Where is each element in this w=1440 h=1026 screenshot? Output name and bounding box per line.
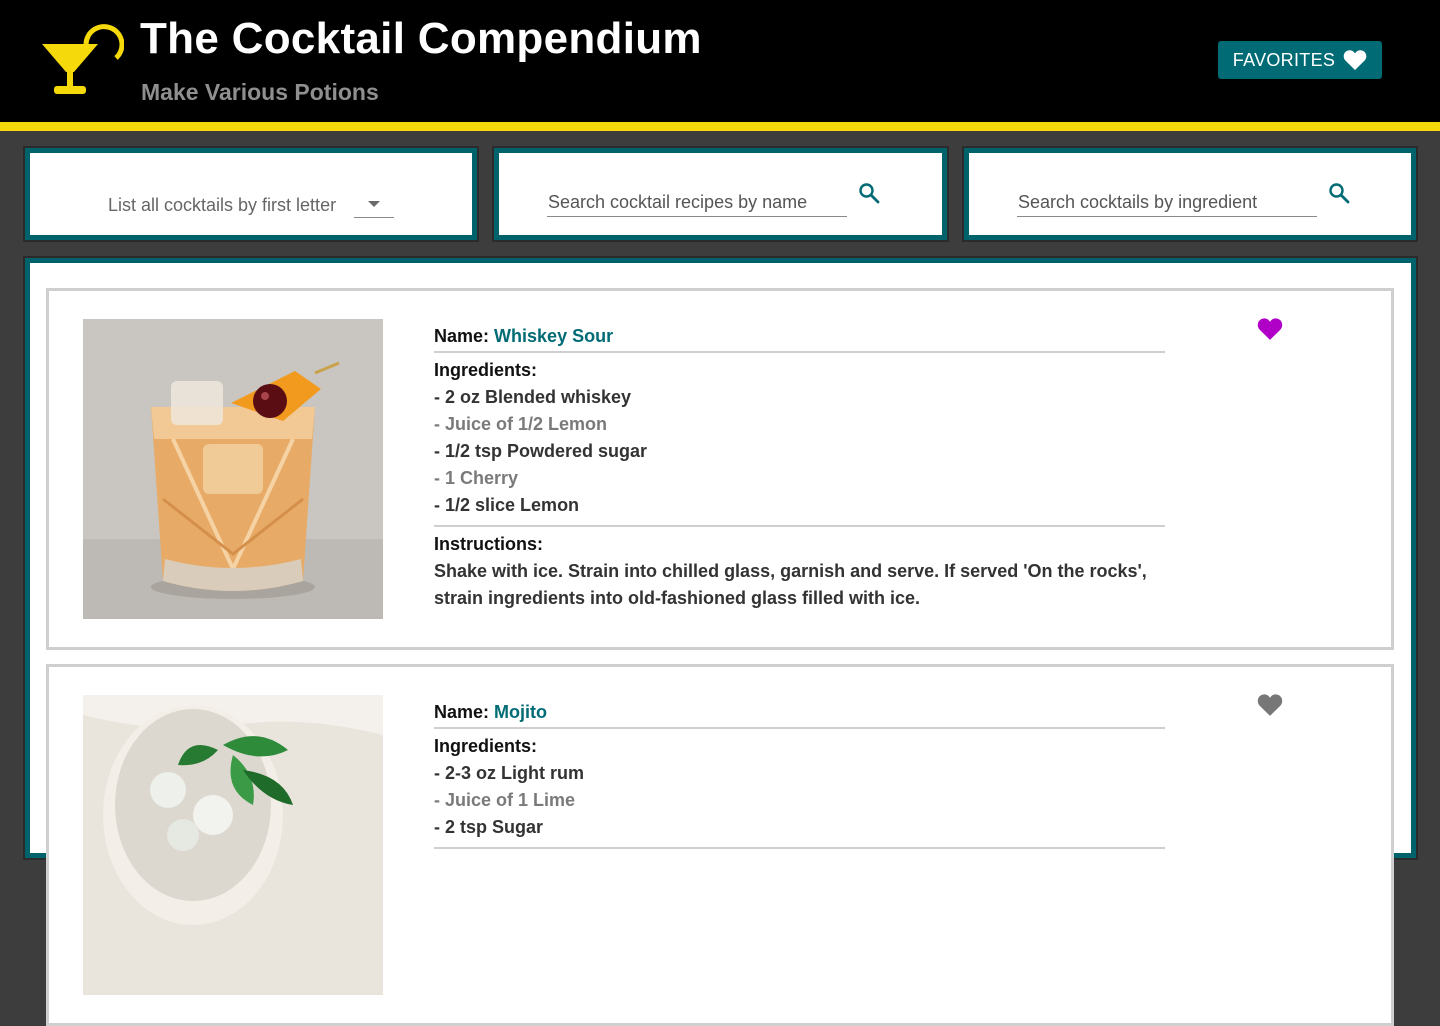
instructions-label: Instructions:: [434, 534, 544, 554]
site-header: The Cocktail Compendium Make Various Pot…: [0, 0, 1440, 122]
ingredients-list: - 2 oz Blended whiskey - Juice of 1/2 Le…: [434, 384, 1165, 527]
ingredient-item: - 2-3 oz Light rum: [434, 763, 584, 783]
ingredient-item: - Juice of 1/2 Lemon: [434, 414, 608, 434]
cocktail-name: Mojito: [494, 702, 548, 722]
cocktail-details: Name: Mojito Ingredients: - 2-3 oz Light…: [434, 701, 1165, 849]
cocktail-glass-icon: [42, 24, 124, 94]
favorites-button[interactable]: FAVORITES: [1218, 41, 1382, 79]
cocktail-image: [83, 319, 383, 619]
search-icon[interactable]: [1327, 181, 1351, 205]
name-search-panel: [494, 148, 947, 240]
chevron-down-icon: [368, 201, 380, 207]
cocktail-details: Name: Whiskey Sour Ingredients: - 2 oz B…: [434, 325, 1165, 612]
letter-filter-label: List all cocktails by first letter: [108, 195, 337, 215]
ingredient-item: - 1 Cherry: [434, 468, 519, 488]
results-panel: Name: Whiskey Sour Ingredients: - 2 oz B…: [25, 258, 1416, 1026]
ingredient-item: - Juice of 1 Lime: [434, 790, 576, 810]
cocktail-name: Whiskey Sour: [494, 326, 614, 346]
instructions-text: Shake with ice. Strain into chilled glas…: [434, 561, 1147, 608]
header-accent-stripe: [0, 122, 1440, 131]
heart-icon: [1343, 50, 1367, 70]
favorite-heart-icon[interactable]: [1257, 317, 1283, 341]
favorite-heart-icon[interactable]: [1257, 693, 1283, 717]
cocktail-card: Name: Whiskey Sour Ingredients: - 2 oz B…: [46, 288, 1394, 650]
ingredient-item: - 2 tsp Sugar: [434, 817, 544, 837]
site-title: The Cocktail Compendium: [140, 14, 702, 63]
ingredient-item: - 1/2 tsp Powdered sugar: [434, 441, 648, 461]
ingredients-label: Ingredients:: [434, 360, 538, 380]
ingredients-list: - 2-3 oz Light rum - Juice of 1 Lime - 2…: [434, 760, 1165, 849]
letter-filter-panel: List all cocktails by first letter: [25, 148, 477, 240]
ingredient-search-panel: [964, 148, 1416, 240]
cocktail-name-row: Name: Mojito: [434, 701, 1165, 729]
ingredient-search-input[interactable]: [1017, 183, 1317, 217]
site-subtitle: Make Various Potions: [141, 79, 379, 105]
ingredient-item: - 1/2 slice Lemon: [434, 495, 580, 515]
cocktail-name-row: Name: Whiskey Sour: [434, 325, 1165, 353]
ingredients-label: Ingredients:: [434, 736, 538, 756]
ingredient-item: - 2 oz Blended whiskey: [434, 387, 632, 407]
cocktail-card: Name: Mojito Ingredients: - 2-3 oz Light…: [46, 664, 1394, 1026]
search-icon[interactable]: [857, 181, 881, 205]
name-label: Name:: [434, 702, 490, 722]
name-label: Name:: [434, 326, 490, 346]
favorites-label: FAVORITES: [1232, 49, 1336, 70]
cocktail-image: [83, 695, 383, 995]
letter-select[interactable]: [354, 188, 394, 218]
name-search-input[interactable]: [547, 183, 847, 217]
